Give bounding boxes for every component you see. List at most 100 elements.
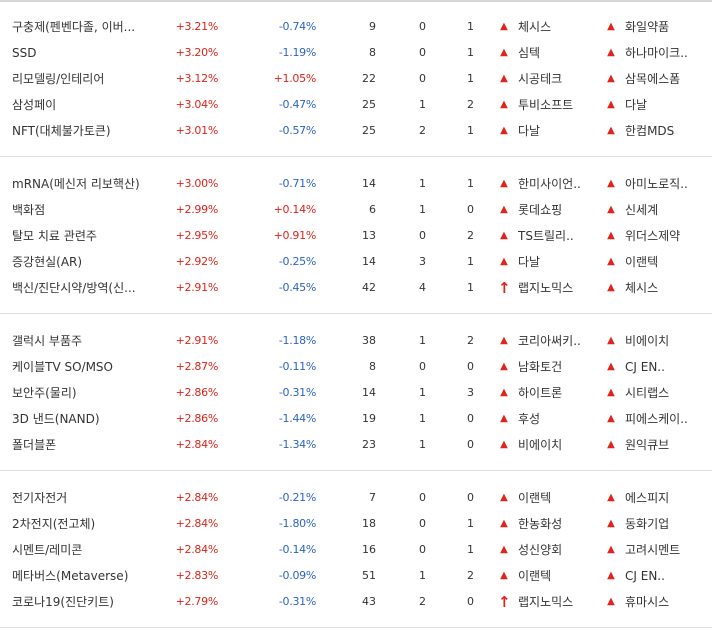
leading-stock-1-link[interactable]: 심텍 <box>518 41 598 65</box>
theme-name-link[interactable]: 증강현실(AR) <box>12 250 167 274</box>
leading-stock-2-link[interactable]: CJ EN.. <box>625 355 707 379</box>
rising-stock-count: 0 <box>419 517 426 530</box>
total-stock-count: 43 <box>362 595 376 608</box>
up-triangle-icon: ▲ <box>500 99 508 110</box>
theme-name-link[interactable]: 2차전지(전고체) <box>12 512 167 536</box>
leading-stock-1-link[interactable]: 랩지노믹스 <box>518 590 598 614</box>
leading-stock-2-link[interactable]: 원익큐브 <box>625 433 707 457</box>
falling-stock-count: 2 <box>467 229 474 242</box>
leading-stock-1-link[interactable]: 다날 <box>518 250 598 274</box>
theme-name-link[interactable]: 백화점 <box>12 198 167 222</box>
rising-stock-count: 1 <box>419 412 426 425</box>
leading-stock-1-link[interactable]: 체시스 <box>518 15 598 39</box>
table-row: SSD +3.20% -1.19% 8 0 1 ▲ 심텍 ▲ 하나마이크.. <box>0 41 712 65</box>
recent-change-rate: -0.57% <box>278 124 316 137</box>
total-stock-count: 25 <box>362 98 376 111</box>
theme-name-link[interactable]: 보안주(물리) <box>12 381 167 405</box>
leading-stock-2-link[interactable]: 이랜텍 <box>625 250 707 274</box>
theme-name-link[interactable]: 시멘트/레미콘 <box>12 538 167 562</box>
theme-name-link[interactable]: 케이블TV SO/MSO <box>12 355 167 379</box>
table-row: NFT(대체불가토큰) +3.01% -0.57% 25 2 1 ▲ 다날 ▲ 한컴MDS <box>0 119 712 143</box>
falling-stock-count: 2 <box>467 334 474 347</box>
falling-stock-count: 0 <box>467 203 474 216</box>
table-row: 구충제(펜벤다졸, 이버... +3.21% -0.74% 9 0 1 ▲ 체시스 ▲ 화일약품 <box>0 15 712 39</box>
leading-stock-2-link[interactable]: 위더스제약 <box>625 224 707 248</box>
leading-stock-2-link[interactable]: 화일약품 <box>625 15 707 39</box>
theme-name-link[interactable]: 폴더블폰 <box>12 433 167 457</box>
leading-stock-1-link[interactable]: TS트릴리.. <box>518 224 598 248</box>
leading-stock-2-link[interactable]: 신세계 <box>625 198 707 222</box>
theme-change-rate: +3.20% <box>175 46 218 59</box>
leading-stock-1-link[interactable]: 한미사이언.. <box>518 172 598 196</box>
leading-stock-2-link[interactable]: 동화기업 <box>625 512 707 536</box>
theme-name-link[interactable]: 갤럭시 부품주 <box>12 329 167 353</box>
leading-stock-1-link[interactable]: 시공테크 <box>518 67 598 91</box>
theme-group: 갤럭시 부품주 +2.91% -1.18% 38 1 2 ▲ 코리아써키.. ▲ 비에이치 케이블T… <box>0 314 712 471</box>
up-triangle-icon: ▲ <box>607 492 615 503</box>
leading-stock-2-link[interactable]: 체시스 <box>625 276 707 300</box>
leading-stock-2-link[interactable]: 삼목에스폼 <box>625 67 707 91</box>
theme-name-link[interactable]: SSD <box>12 41 167 65</box>
up-triangle-icon: ▲ <box>607 125 615 136</box>
theme-name-link[interactable]: 코로나19(진단키트) <box>12 590 167 614</box>
leading-stock-1-link[interactable]: 코리아써키.. <box>518 329 598 353</box>
recent-change-rate: -1.18% <box>278 334 316 347</box>
theme-change-rate: +2.79% <box>175 595 218 608</box>
leading-stock-2-link[interactable]: 시티랩스 <box>625 381 707 405</box>
recent-change-rate: -1.34% <box>278 438 316 451</box>
total-stock-count: 51 <box>362 569 376 582</box>
leading-stock-1-link[interactable]: 성신양회 <box>518 538 598 562</box>
theme-name-link[interactable]: NFT(대체불가토큰) <box>12 119 167 143</box>
leading-stock-2-link[interactable]: 하나마이크.. <box>625 41 707 65</box>
up-triangle-icon: ▲ <box>607 21 615 32</box>
leading-stock-1-link[interactable]: 다날 <box>518 119 598 143</box>
leading-stock-1-link[interactable]: 하이트론 <box>518 381 598 405</box>
leading-stock-2-link[interactable]: CJ EN.. <box>625 564 707 588</box>
theme-name-link[interactable]: mRNA(메신저 리보핵산) <box>12 172 167 196</box>
theme-name-link[interactable]: 전기자전거 <box>12 486 167 510</box>
theme-change-rate: +2.86% <box>175 386 218 399</box>
recent-change-rate: +0.91% <box>273 229 316 242</box>
rising-stock-count: 1 <box>419 177 426 190</box>
theme-change-rate: +2.84% <box>175 491 218 504</box>
rising-stock-count: 2 <box>419 124 426 137</box>
leading-stock-2-link[interactable]: 피에스케이.. <box>625 407 707 431</box>
leading-stock-1-link[interactable]: 한농화성 <box>518 512 598 536</box>
theme-name-link[interactable]: 탈모 치료 관련주 <box>12 224 167 248</box>
table-row: 메타버스(Metaverse) +2.83% -0.09% 51 1 2 ▲ 이랜텍 ▲ CJ E… <box>0 564 712 588</box>
theme-name-link[interactable]: 백신/진단시약/방역(신... <box>12 276 167 300</box>
rising-stock-count: 4 <box>419 281 426 294</box>
theme-group: mRNA(메신저 리보핵산) +3.00% -0.71% 14 1 1 ▲ 한미사이언.. ▲ 아… <box>0 157 712 314</box>
leading-stock-1-link[interactable]: 이랜텍 <box>518 486 598 510</box>
recent-change-rate: +1.05% <box>273 72 316 85</box>
table-row: 리모델링/인테리어 +3.12% +1.05% 22 0 1 ▲ 시공테크 ▲ 삼목에스폼 <box>0 67 712 91</box>
theme-name-link[interactable]: 삼성페이 <box>12 93 167 117</box>
leading-stock-1-link[interactable]: 이랜텍 <box>518 564 598 588</box>
leading-stock-2-link[interactable]: 아미노로직.. <box>625 172 707 196</box>
leading-stock-2-link[interactable]: 다날 <box>625 93 707 117</box>
theme-name-link[interactable]: 리모델링/인테리어 <box>12 67 167 91</box>
recent-change-rate: -0.31% <box>278 386 316 399</box>
theme-name-link[interactable]: 3D 낸드(NAND) <box>12 407 167 431</box>
leading-stock-1-link[interactable]: 후성 <box>518 407 598 431</box>
leading-stock-2-link[interactable]: 에스피지 <box>625 486 707 510</box>
up-triangle-icon: ▲ <box>500 439 508 450</box>
leading-stock-2-link[interactable]: 고려시멘트 <box>625 538 707 562</box>
leading-stock-2-link[interactable]: 휴마시스 <box>625 590 707 614</box>
leading-stock-2-link[interactable]: 한컴MDS <box>625 119 707 143</box>
leading-stock-2-link[interactable]: 비에이치 <box>625 329 707 353</box>
rising-stock-count: 0 <box>419 46 426 59</box>
leading-stock-1-link[interactable]: 롯데쇼핑 <box>518 198 598 222</box>
table-row: 갤럭시 부품주 +2.91% -1.18% 38 1 2 ▲ 코리아써키.. ▲ 비에이치 <box>0 329 712 353</box>
rising-stock-count: 1 <box>419 386 426 399</box>
falling-stock-count: 1 <box>467 177 474 190</box>
rising-stock-count: 0 <box>419 491 426 504</box>
leading-stock-1-link[interactable]: 비에이치 <box>518 433 598 457</box>
leading-stock-1-link[interactable]: 투비소프트 <box>518 93 598 117</box>
theme-name-link[interactable]: 메타버스(Metaverse) <box>12 564 167 588</box>
theme-name-link[interactable]: 구충제(펜벤다졸, 이버... <box>12 15 167 39</box>
leading-stock-1-link[interactable]: 남화토건 <box>518 355 598 379</box>
leading-stock-1-link[interactable]: 랩지노믹스 <box>518 276 598 300</box>
rising-stock-count: 0 <box>419 72 426 85</box>
falling-stock-count: 0 <box>467 438 474 451</box>
